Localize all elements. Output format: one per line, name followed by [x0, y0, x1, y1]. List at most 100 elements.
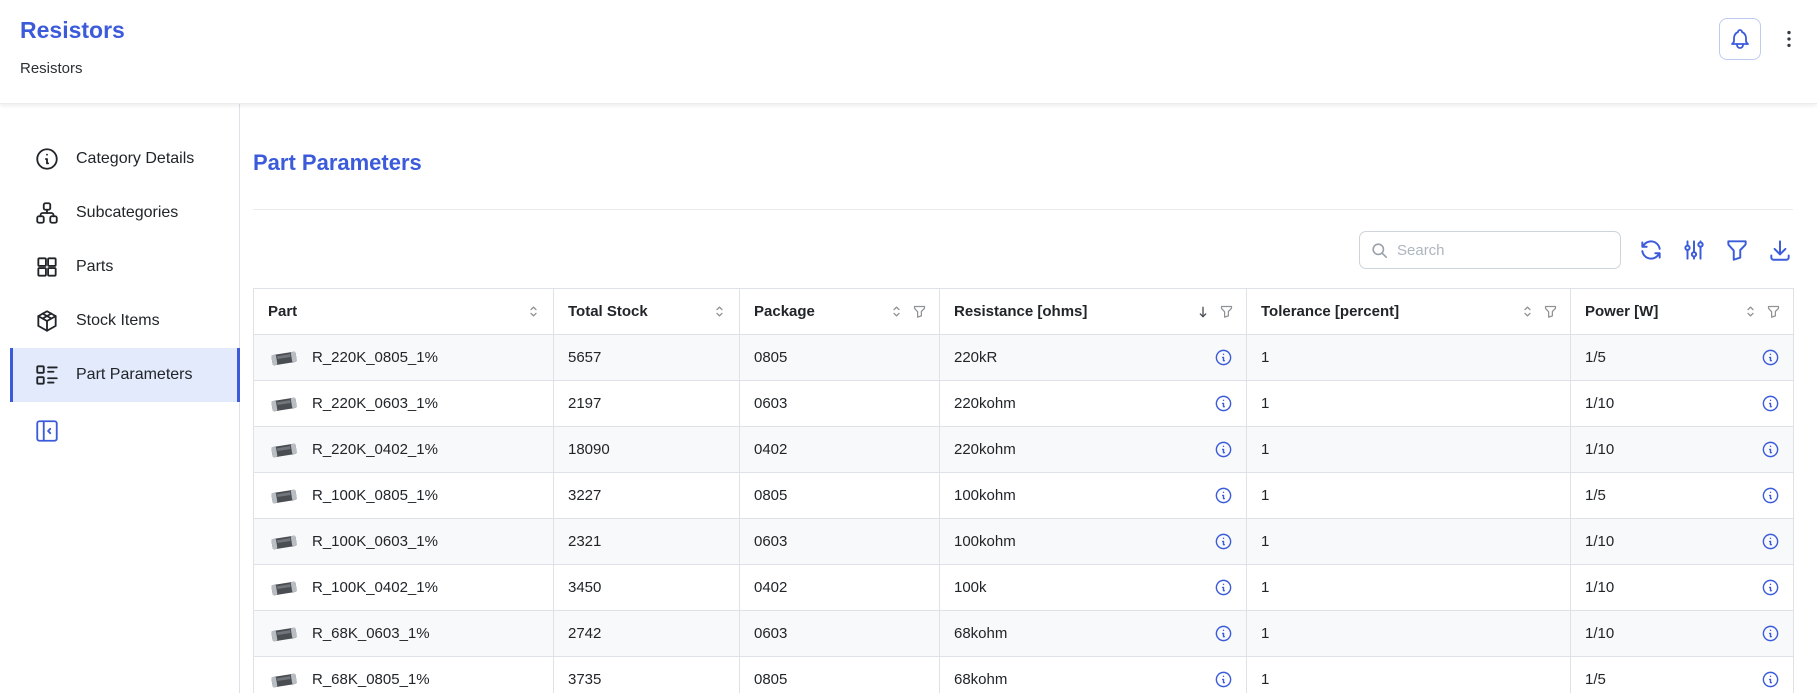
- total-stock-value: 3450: [554, 565, 740, 611]
- breadcrumb[interactable]: Resistors: [20, 60, 125, 77]
- info-icon[interactable]: [1214, 578, 1234, 598]
- total-stock-value: 3735: [554, 657, 740, 693]
- column-filter-icon[interactable]: [912, 304, 927, 319]
- info-icon[interactable]: [1761, 670, 1781, 690]
- info-icon[interactable]: [1214, 624, 1234, 644]
- info-icon[interactable]: [1761, 440, 1781, 460]
- sort-icon[interactable]: [1520, 304, 1535, 319]
- power-value: 1/10: [1585, 441, 1614, 458]
- info-icon[interactable]: [1761, 348, 1781, 368]
- dots-vertical-icon: [1778, 28, 1800, 50]
- part-name: R_100K_0402_1%: [312, 579, 438, 596]
- column-header-part[interactable]: Part: [254, 289, 554, 335]
- info-icon[interactable]: [1214, 486, 1234, 506]
- sort-icon[interactable]: [1743, 304, 1758, 319]
- sort-icon[interactable]: [526, 304, 541, 319]
- notifications-button[interactable]: [1719, 18, 1761, 60]
- sidebar-item-stock-items[interactable]: Stock Items: [10, 294, 239, 348]
- sidebar-item-parts[interactable]: Parts: [10, 240, 239, 294]
- info-icon[interactable]: [1214, 532, 1234, 552]
- power-value: 1/5: [1585, 349, 1606, 366]
- sort-icon[interactable]: [889, 304, 904, 319]
- column-filter-icon[interactable]: [1543, 304, 1558, 319]
- column-label: Total Stock: [568, 303, 648, 320]
- part-name: R_68K_0603_1%: [312, 625, 430, 642]
- download-button[interactable]: [1767, 237, 1793, 263]
- bell-icon: [1728, 27, 1752, 51]
- table-row[interactable]: R_100K_0603_1% 2321 0603 100kohm 1 1/10: [254, 519, 1794, 565]
- table-row[interactable]: R_220K_0603_1% 2197 0603 220kohm 1 1/10: [254, 381, 1794, 427]
- sidebar-item-category-details[interactable]: Category Details: [10, 132, 239, 186]
- collapse-sidebar-button[interactable]: [34, 418, 62, 446]
- column-header-resistance[interactable]: Resistance [ohms]: [940, 289, 1247, 335]
- part-thumbnail: [268, 439, 300, 461]
- info-icon[interactable]: [1214, 440, 1234, 460]
- resistance-value: 220kohm: [954, 395, 1016, 412]
- column-filter-icon[interactable]: [1766, 304, 1781, 319]
- column-label: Package: [754, 303, 815, 320]
- table-row[interactable]: R_220K_0402_1% 18090 0402 220kohm 1 1/10: [254, 427, 1794, 473]
- total-stock-value: 2742: [554, 611, 740, 657]
- info-icon[interactable]: [1214, 394, 1234, 414]
- search-input[interactable]: [1397, 242, 1610, 259]
- resistance-value: 68kohm: [954, 671, 1007, 688]
- info-icon[interactable]: [1761, 578, 1781, 598]
- overflow-menu-button[interactable]: [1775, 18, 1803, 60]
- package-value: 0402: [740, 565, 940, 611]
- info-icon[interactable]: [1761, 532, 1781, 552]
- part-thumbnail: [268, 347, 300, 369]
- filter-button[interactable]: [1724, 237, 1750, 263]
- table-row[interactable]: R_68K_0805_1% 3735 0805 68kohm 1 1/5: [254, 657, 1794, 693]
- info-icon[interactable]: [1761, 624, 1781, 644]
- sidebar-item-label: Part Parameters: [76, 366, 192, 384]
- column-label: Tolerance [percent]: [1261, 303, 1399, 320]
- power-value: 1/5: [1585, 671, 1606, 688]
- info-icon[interactable]: [1761, 394, 1781, 414]
- collapse-sidebar-icon: [34, 418, 60, 446]
- power-value: 1/10: [1585, 579, 1614, 596]
- resistance-value: 100k: [954, 579, 987, 596]
- tolerance-value: 1: [1247, 611, 1571, 657]
- adjustments-icon: [1681, 237, 1707, 263]
- package-value: 0603: [740, 381, 940, 427]
- sidebar-item-part-parameters[interactable]: Part Parameters: [10, 348, 239, 402]
- sort-descending-icon[interactable]: [1195, 304, 1211, 320]
- package-value: 0805: [740, 335, 940, 381]
- search-box: [1359, 231, 1621, 269]
- column-label: Power [W]: [1585, 303, 1658, 320]
- info-icon[interactable]: [1761, 486, 1781, 506]
- table-row[interactable]: R_100K_0402_1% 3450 0402 100k 1 1/10: [254, 565, 1794, 611]
- refresh-button[interactable]: [1638, 237, 1664, 263]
- info-icon[interactable]: [1214, 670, 1234, 690]
- info-circle-icon: [34, 146, 60, 172]
- power-value: 1/10: [1585, 395, 1614, 412]
- adjustments-button[interactable]: [1681, 237, 1707, 263]
- info-icon[interactable]: [1214, 348, 1234, 368]
- table-body: R_220K_0805_1% 5657 0805 220kR 1 1/5: [254, 335, 1794, 693]
- package-value: 0805: [740, 657, 940, 693]
- table-row[interactable]: R_100K_0805_1% 3227 0805 100kohm 1 1/5: [254, 473, 1794, 519]
- sidebar-item-label: Category Details: [76, 150, 194, 168]
- download-icon: [1767, 237, 1793, 263]
- sidebar-item-subcategories[interactable]: Subcategories: [10, 186, 239, 240]
- column-header-tolerance[interactable]: Tolerance [percent]: [1247, 289, 1571, 335]
- part-parameters-table: Part Total Stock Package: [253, 288, 1794, 693]
- total-stock-value: 2197: [554, 381, 740, 427]
- resistance-value: 220kohm: [954, 441, 1016, 458]
- page-header: Resistors Resistors: [0, 0, 1817, 104]
- filter-icon: [1724, 237, 1750, 263]
- column-label: Resistance [ohms]: [954, 303, 1087, 320]
- sort-icon[interactable]: [712, 304, 727, 319]
- table-row[interactable]: R_220K_0805_1% 5657 0805 220kR 1 1/5: [254, 335, 1794, 381]
- resistance-value: 100kohm: [954, 533, 1016, 550]
- part-name: R_68K_0805_1%: [312, 671, 430, 688]
- stock-box-icon: [34, 308, 60, 334]
- sidebar-item-label: Stock Items: [76, 312, 160, 330]
- column-filter-icon[interactable]: [1219, 304, 1234, 319]
- column-header-power[interactable]: Power [W]: [1571, 289, 1794, 335]
- column-header-package[interactable]: Package: [740, 289, 940, 335]
- resistance-value: 68kohm: [954, 625, 1007, 642]
- column-header-total-stock[interactable]: Total Stock: [554, 289, 740, 335]
- package-value: 0805: [740, 473, 940, 519]
- table-row[interactable]: R_68K_0603_1% 2742 0603 68kohm 1 1/10: [254, 611, 1794, 657]
